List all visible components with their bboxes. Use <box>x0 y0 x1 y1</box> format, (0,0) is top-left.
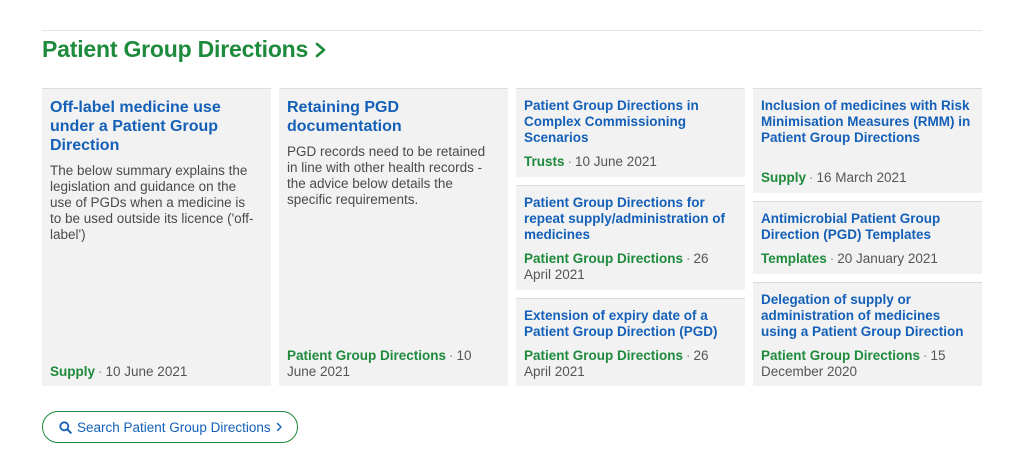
search-pgd-button[interactable]: Search Patient Group Directions <box>42 411 298 443</box>
meta-separator: · <box>449 348 454 363</box>
article-date: 10 June 2021 <box>105 364 188 379</box>
article-meta: Patient Group Directions · 26 April 2021 <box>524 348 735 380</box>
article-category[interactable]: Trusts <box>524 154 565 169</box>
article-title-link[interactable]: Off-label medicine use under a Patient G… <box>50 98 263 155</box>
meta-separator: · <box>567 154 573 169</box>
article-summary: The below summary explains the legislati… <box>50 163 254 242</box>
article-card[interactable]: Inclusion of medicines with Risk Minimis… <box>753 88 982 193</box>
article-category[interactable]: Supply <box>761 170 806 185</box>
article-title-link[interactable]: Inclusion of medicines with Risk Minimis… <box>761 98 974 146</box>
article-meta: Patient Group Directions · 26 April 2021 <box>524 251 735 283</box>
search-button-label: Search Patient Group Directions <box>77 419 271 435</box>
article-meta: Supply · 16 March 2021 <box>761 170 972 186</box>
meta-separator: · <box>829 251 835 266</box>
chevron-right-icon <box>315 42 326 57</box>
article-title-link[interactable]: Retaining PGD documentation <box>287 98 500 136</box>
article-card[interactable]: Extension of expiry date of a Patient Gr… <box>516 298 745 386</box>
article-card[interactable]: Retaining PGD documentation PGD records … <box>279 88 508 386</box>
article-grid: Off-label medicine use under a Patient G… <box>42 88 982 386</box>
meta-separator: · <box>98 364 103 379</box>
chevron-right-icon <box>276 422 282 432</box>
article-card[interactable]: Patient Group Directions in Complex Comm… <box>516 88 745 177</box>
article-card[interactable]: Antimicrobial Patient Group Direction (P… <box>753 201 982 274</box>
meta-separator: · <box>686 348 691 363</box>
article-title-link[interactable]: Antimicrobial Patient Group Direction (P… <box>761 211 974 243</box>
article-title-link[interactable]: Patient Group Directions for repeat supp… <box>524 195 737 243</box>
article-meta: Templates · 20 January 2021 <box>761 251 972 267</box>
article-date: 10 June 2021 <box>575 154 657 169</box>
article-category[interactable]: Patient Group Directions <box>287 348 446 363</box>
article-card[interactable]: Patient Group Directions for repeat supp… <box>516 185 745 290</box>
search-icon <box>59 420 72 434</box>
article-date: 20 January 2021 <box>837 251 938 266</box>
meta-separator: · <box>923 348 928 363</box>
article-category[interactable]: Patient Group Directions <box>524 348 683 363</box>
article-meta: Patient Group Directions · 15 December 202… <box>761 348 972 380</box>
meta-separator: · <box>686 251 691 266</box>
article-card[interactable]: Off-label medicine use under a Patient G… <box>42 88 271 386</box>
article-meta: Supply · 10 June 2021 <box>50 364 261 380</box>
article-meta: Patient Group Directions · 10 June 2021 <box>287 348 498 380</box>
article-meta: Trusts · 10 June 2021 <box>524 154 735 170</box>
article-category[interactable]: Supply <box>50 364 95 379</box>
article-category[interactable]: Templates <box>761 251 827 266</box>
article-title-link[interactable]: Delegation of supply or administration o… <box>761 292 974 340</box>
article-category[interactable]: Patient Group Directions <box>524 251 683 266</box>
section-heading-link[interactable]: Patient Group Directions <box>42 36 328 63</box>
article-summary: PGD records need to be retained in line … <box>287 144 486 207</box>
article-date: 16 March 2021 <box>816 170 907 185</box>
section-divider <box>42 30 982 31</box>
article-card[interactable]: Delegation of supply or administration o… <box>753 282 982 386</box>
article-title-link[interactable]: Extension of expiry date of a Patient Gr… <box>524 308 737 340</box>
article-category[interactable]: Patient Group Directions <box>761 348 920 363</box>
meta-separator: · <box>809 170 814 185</box>
article-title-link[interactable]: Patient Group Directions in Complex Comm… <box>524 98 737 146</box>
section-title: Patient Group Directions <box>42 36 309 62</box>
